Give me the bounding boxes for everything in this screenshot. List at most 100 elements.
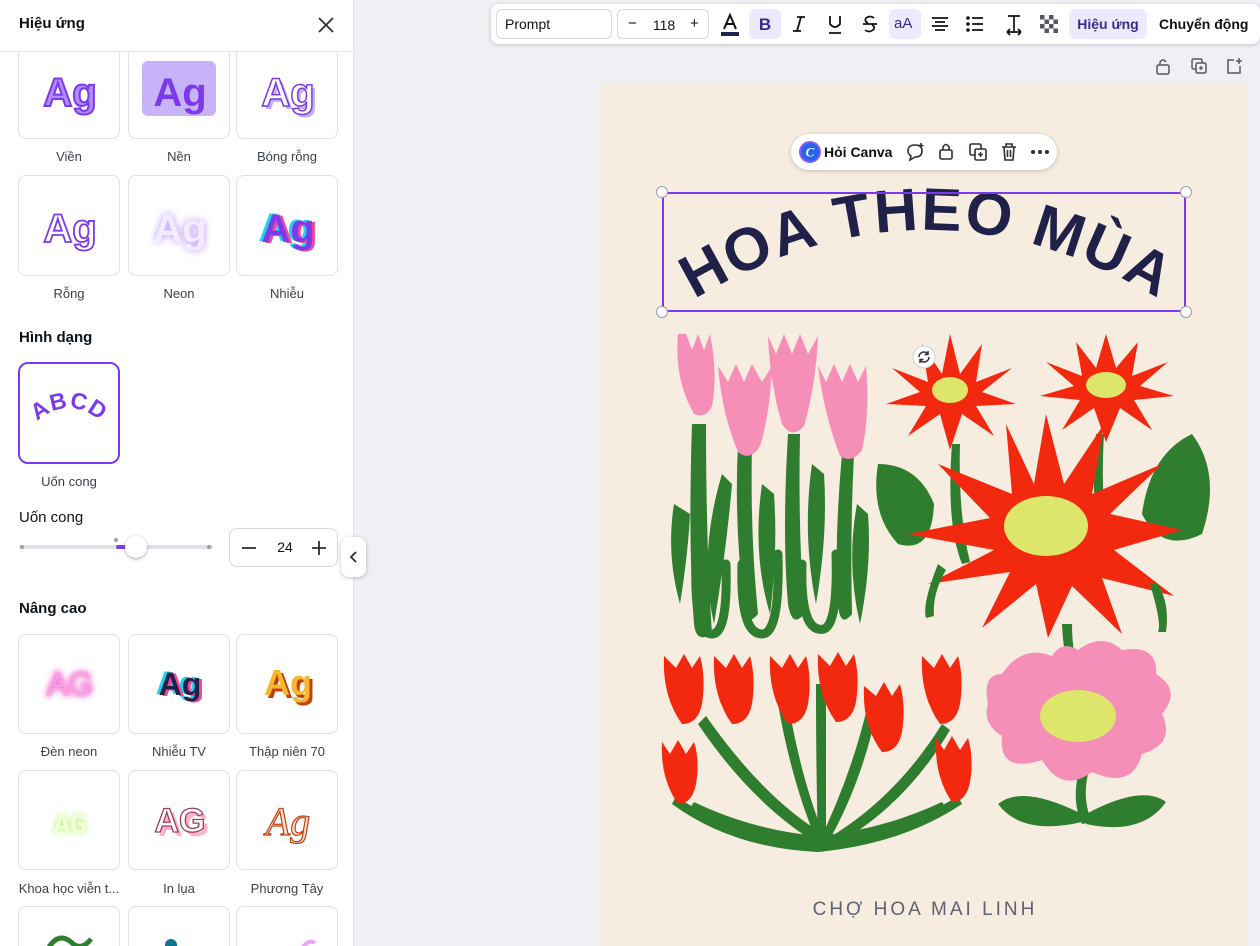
red-tulips [661, 652, 972, 852]
style-label-glitch: Nhiễu [270, 286, 304, 301]
duplicate-icon[interactable] [967, 141, 989, 163]
style-label-hollow-shadow: Bóng rỗng [257, 149, 317, 164]
slider-center-dot [114, 538, 118, 542]
text-color-button[interactable] [714, 9, 746, 39]
curve-value[interactable]: 24 [266, 539, 304, 555]
style-glitch-tile[interactable]: Ag Ag Ag [236, 175, 338, 276]
style-hollow-tile[interactable]: Ag [18, 175, 120, 276]
chevron-left-icon [349, 551, 357, 563]
headline-selection-box[interactable] [662, 192, 1186, 312]
advanced-sample: Ag [263, 799, 310, 844]
more-icon[interactable] [1029, 141, 1051, 163]
spacing-button[interactable] [998, 9, 1030, 39]
advanced-label-screen-print: In lụa [163, 881, 195, 896]
slider-max-dot [207, 545, 211, 549]
curve-sample: ABCD [25, 387, 112, 425]
advanced-sample: Ag [159, 666, 202, 702]
advanced-sample: AG [53, 811, 87, 842]
curve-slider-label: Uốn cong [19, 509, 84, 526]
panel-header: Hiệu ứng [0, 0, 353, 52]
style-sample: Ag [43, 207, 96, 251]
font-size-value[interactable]: 118 [644, 17, 684, 33]
canva-ai-icon[interactable]: C [799, 141, 821, 163]
text-toolbar: Prompt − 118 + B aA Hiệu ứng Chuyển động [491, 4, 1260, 44]
font-size-control: − 118 + [617, 9, 709, 39]
rotate-icon[interactable] [912, 345, 936, 369]
advanced-tile-partial[interactable] [236, 906, 338, 946]
footer-text[interactable]: CHỢ HOA MAI LINH [602, 899, 1248, 921]
style-sample: Ag [261, 207, 314, 251]
letter-case-button[interactable]: aA [889, 9, 921, 39]
align-button[interactable] [924, 9, 956, 39]
add-page-icon[interactable] [1224, 56, 1244, 76]
plus-icon[interactable] [308, 537, 330, 559]
font-size-increase[interactable]: + [690, 15, 699, 32]
underline-icon [829, 16, 841, 34]
style-hollow-shadow-tile[interactable]: Ag Ag [236, 52, 338, 139]
italic-icon [793, 16, 805, 32]
resize-handle[interactable] [1180, 306, 1192, 318]
advanced-label-scifi: Khoa học viễn t... [18, 881, 120, 896]
style-background-tile[interactable]: Ag [128, 52, 230, 139]
advanced-screen-print-tile[interactable]: AG AG [128, 770, 230, 870]
style-sample: Ag [153, 207, 206, 251]
align-center-icon [932, 17, 948, 31]
advanced-label-western: Phương Tây [250, 881, 324, 896]
resize-handle[interactable] [656, 306, 668, 318]
style-outline-tile[interactable]: Ag [18, 52, 120, 139]
underline-button[interactable] [819, 9, 851, 39]
transparency-button[interactable] [1033, 9, 1065, 39]
style-label-background: Nền [167, 149, 191, 164]
collapse-panel-button[interactable] [341, 537, 366, 577]
shape-section-title: Hình dạng [19, 329, 93, 346]
strikethrough-icon [863, 15, 877, 33]
slider-min-dot [20, 545, 24, 549]
curve-shape-tile[interactable]: ABCD [18, 362, 120, 464]
comment-icon[interactable] [904, 141, 926, 163]
advanced-tile-partial[interactable] [128, 906, 230, 946]
advanced-sample: Ag [264, 662, 312, 703]
element-context-bar: C Hỏi Canva [791, 134, 1057, 170]
bold-button[interactable]: B [749, 9, 781, 39]
ask-canva-button[interactable]: Hỏi Canva [824, 144, 892, 160]
advanced-section-title: Nâng cao [19, 600, 87, 617]
minus-icon[interactable] [238, 537, 260, 559]
transparency-icon [1040, 15, 1058, 33]
style-label-outline: Viền [56, 149, 82, 164]
italic-button[interactable] [783, 9, 815, 39]
advanced-seventies-tile[interactable]: Ag Ag [236, 634, 338, 734]
strikethrough-button[interactable] [854, 9, 886, 39]
panel-title: Hiệu ứng [19, 15, 85, 32]
style-neon-tile[interactable]: Ag Ag [128, 175, 230, 276]
resize-handle[interactable] [656, 186, 668, 198]
svg-text:C: C [806, 145, 815, 160]
effects-panel: Hiệu ứng Ag Viền Ag Nền Ag Ag Bóng rỗng A… [0, 0, 354, 946]
delete-icon[interactable] [998, 141, 1020, 163]
list-icon [966, 16, 983, 32]
advanced-sample: AG [47, 666, 93, 702]
bold-icon: B [759, 15, 771, 34]
curve-slider-thumb[interactable] [125, 536, 147, 558]
list-button[interactable] [959, 9, 991, 39]
text-color-icon [721, 12, 739, 36]
font-family-select[interactable]: Prompt [496, 9, 612, 39]
font-size-decrease[interactable]: − [628, 15, 637, 32]
close-icon[interactable] [314, 13, 338, 37]
advanced-label-seventies: Thập niên 70 [249, 744, 325, 759]
advanced-western-tile[interactable]: Ag [236, 770, 338, 870]
motion-button[interactable]: Chuyển động [1153, 9, 1260, 39]
lock-icon[interactable] [935, 140, 957, 162]
lock-icon[interactable] [1153, 56, 1173, 76]
svg-text:B: B [759, 15, 771, 34]
advanced-scifi-tile[interactable]: AG AG [18, 770, 120, 870]
advanced-tv-glitch-tile[interactable]: Ag Ag Ag [128, 634, 230, 734]
effects-button[interactable]: Hiệu ứng [1069, 9, 1147, 39]
style-sample: Ag [153, 71, 206, 115]
advanced-label-neon-light: Đèn neon [40, 744, 98, 759]
resize-handle[interactable] [1180, 186, 1192, 198]
advanced-sample: AG [155, 802, 206, 840]
duplicate-icon[interactable] [1189, 56, 1209, 76]
advanced-neon-light-tile[interactable]: AG AG [18, 634, 120, 734]
style-label-neon: Neon [163, 286, 195, 301]
advanced-tile-partial[interactable] [18, 906, 120, 946]
